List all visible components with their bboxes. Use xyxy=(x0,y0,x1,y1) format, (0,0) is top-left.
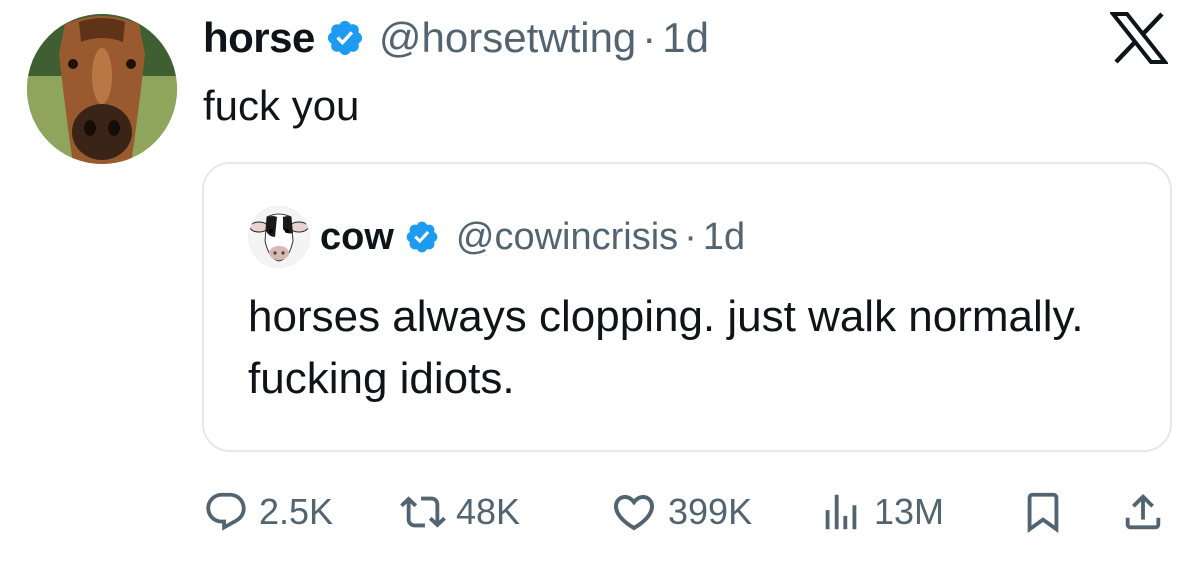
x-logo-icon[interactable] xyxy=(1108,12,1170,64)
tweet-timestamp[interactable]: 1d xyxy=(662,14,709,62)
author-handle[interactable]: @horsetwting xyxy=(379,14,636,62)
verified-badge-icon xyxy=(325,18,365,58)
like-button[interactable]: 399K xyxy=(610,482,752,542)
reply-count: 2.5K xyxy=(259,491,334,532)
quoted-tweet-timestamp[interactable]: 1d xyxy=(703,216,745,259)
quoted-author-display-name[interactable]: cow xyxy=(320,216,394,259)
repost-button[interactable]: 48K xyxy=(400,482,520,542)
heart-icon xyxy=(613,495,655,531)
quoted-tweet-text: horses always clopping. just walk normal… xyxy=(248,292,1084,403)
quoted-tweet-header: cow @cowincrisis · 1d xyxy=(320,212,745,262)
quoted-author-avatar[interactable] xyxy=(248,206,310,268)
quoted-tweet-card[interactable]: cow @cowincrisis · 1d horses always clop… xyxy=(202,162,1172,452)
quoted-author-handle[interactable]: @cowincrisis xyxy=(456,216,678,259)
cow-avatar-image xyxy=(249,207,309,267)
views-count: 13M xyxy=(874,491,945,532)
reply-icon xyxy=(206,492,246,531)
bookmark-button[interactable] xyxy=(1020,482,1066,542)
separator-dot: · xyxy=(684,215,697,258)
share-button[interactable] xyxy=(1120,482,1166,542)
share-icon xyxy=(1125,493,1161,530)
tweet-header: horse @horsetwting · 1d xyxy=(203,8,709,68)
horse-avatar-image xyxy=(27,14,177,164)
verified-badge-icon xyxy=(404,219,440,255)
reply-button[interactable]: 2.5K xyxy=(203,482,333,542)
author-avatar[interactable] xyxy=(27,14,177,164)
tweet-action-bar: 2.5K 48K 399K 13M xyxy=(0,482,1200,542)
tweet-text: fuck you xyxy=(203,82,360,129)
views-button[interactable]: 13M xyxy=(818,482,944,542)
repost-count: 48K xyxy=(456,491,521,532)
separator-dot: · xyxy=(642,14,657,61)
repost-icon xyxy=(400,496,446,528)
author-display-name[interactable]: horse xyxy=(203,14,315,62)
like-count: 399K xyxy=(668,491,753,532)
bookmark-icon xyxy=(1027,492,1059,533)
analytics-icon xyxy=(825,494,857,530)
